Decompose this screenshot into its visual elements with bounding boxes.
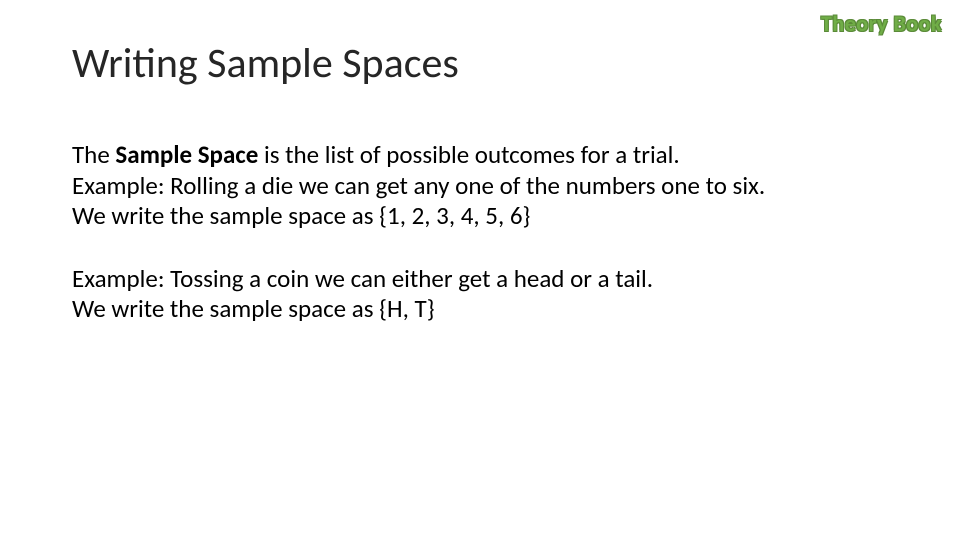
body-content: The Sample Space is the list of possible… — [72, 140, 892, 357]
paragraph-2: Example: Tossing a coin we can either ge… — [72, 264, 892, 325]
text-line3: We write the sample space as {1, 2, 3, 4… — [72, 200, 530, 231]
text-bold-term: Sample Space — [115, 139, 258, 170]
text2-line1: Example: Tossing a coin we can either ge… — [72, 263, 653, 294]
corner-label: Theory Book — [821, 10, 942, 37]
text-rest1: is the list of possible outcomes for a t… — [258, 139, 679, 170]
paragraph-1: The Sample Space is the list of possible… — [72, 140, 892, 232]
text-lead: The — [72, 139, 115, 170]
text-line2: Example: Rolling a die we can get any on… — [72, 170, 765, 201]
text2-line2: We write the sample space as {H, T} — [72, 293, 435, 324]
page-title: Writing Sample Spaces — [72, 38, 459, 89]
